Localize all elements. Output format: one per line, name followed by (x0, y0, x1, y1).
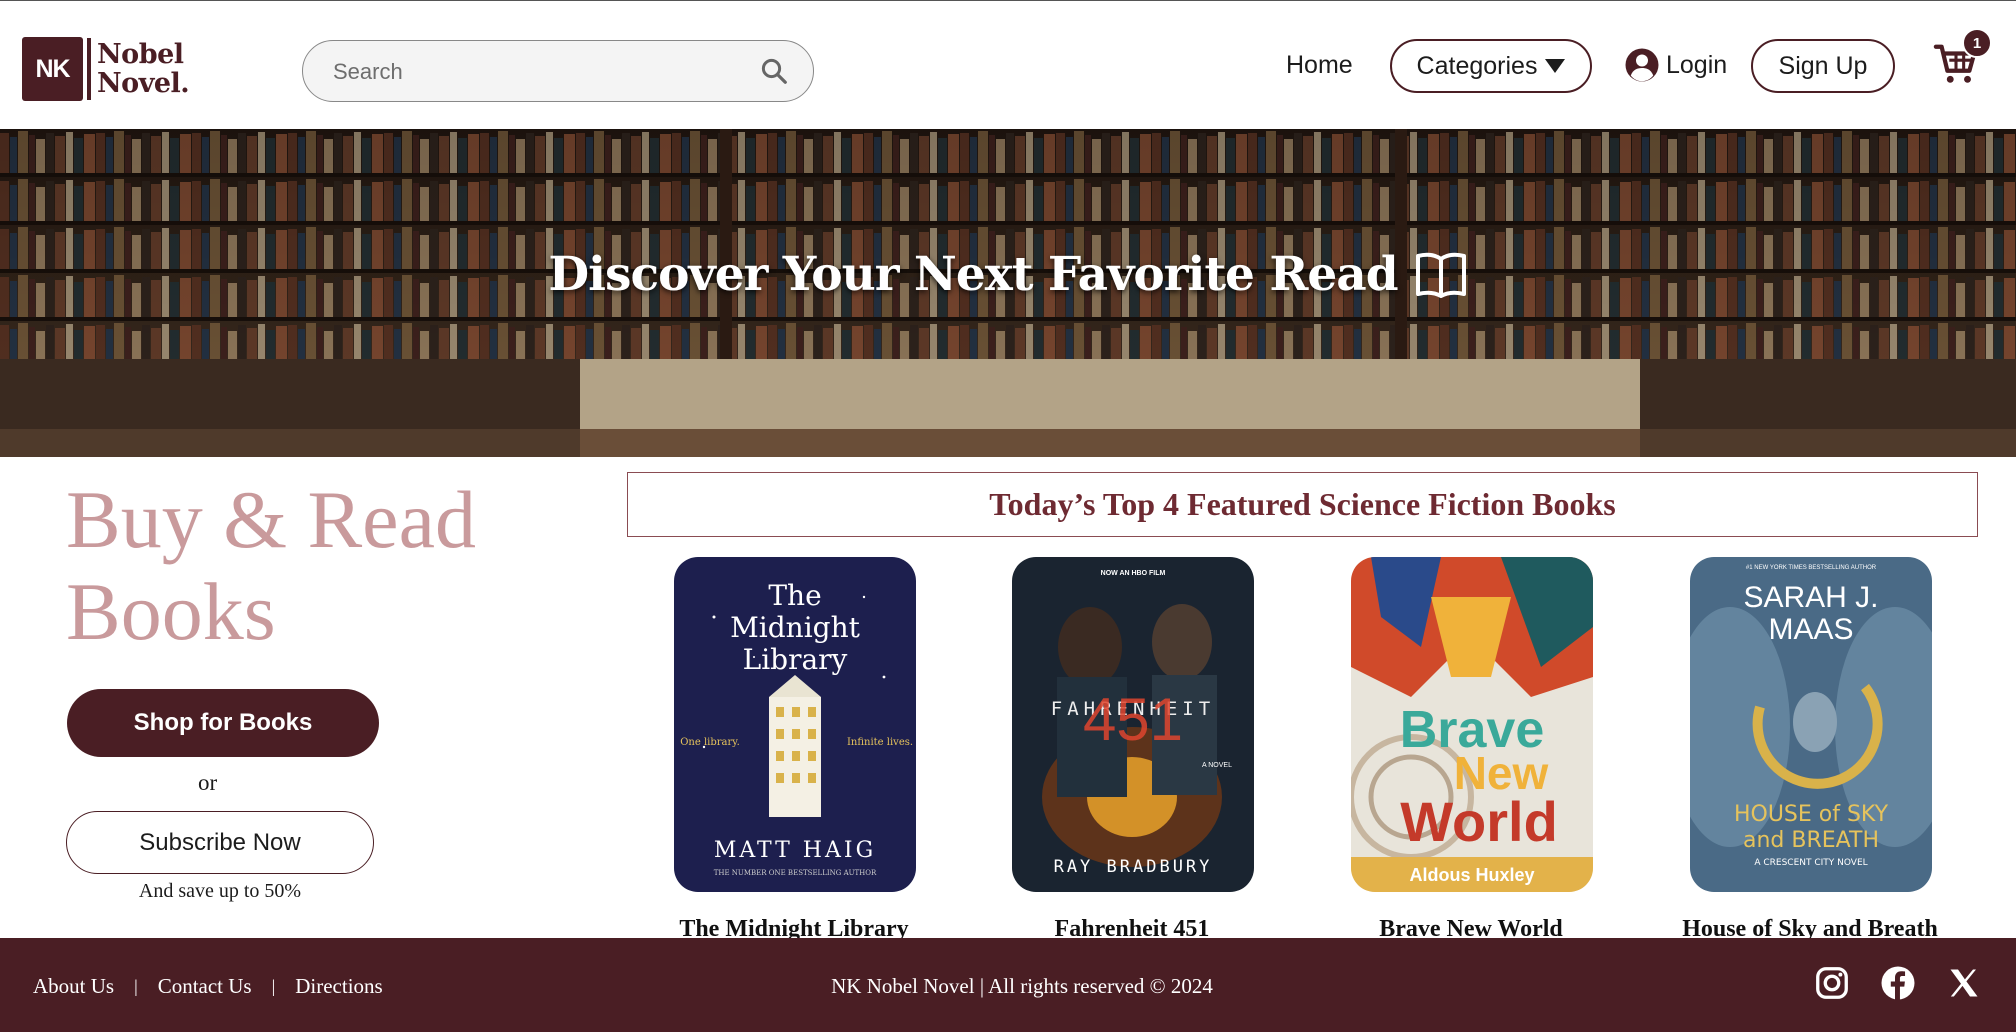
logo-line-1: Nobel (97, 39, 184, 70)
book-cover-house-of-sky-and-breath[interactable]: #1 NEW YORK TIMES BESTSELLING AUTHOR SAR… (1690, 557, 1932, 892)
search-icon[interactable] (759, 56, 789, 86)
svg-text:SARAH J.: SARAH J. (1743, 581, 1878, 614)
svg-text:Midnight: Midnight (730, 611, 860, 644)
logo-mark: NK (22, 37, 83, 101)
book-cover-midnight-library[interactable]: The Midnight Library One library. Infini… (674, 557, 916, 892)
categories-label: Categories (1416, 51, 1538, 80)
categories-dropdown[interactable]: Categories (1390, 39, 1592, 93)
promo-title: Buy & Read Books (66, 474, 516, 658)
book-cover-art: #1 NEW YORK TIMES BESTSELLING AUTHOR SAR… (1690, 557, 1932, 892)
user-circle-icon (1625, 48, 1659, 82)
cart-count-badge: 1 (1962, 28, 1992, 58)
svg-text:MATT HAIG: MATT HAIG (714, 838, 876, 863)
svg-text:Library: Library (743, 643, 848, 676)
svg-text:451: 451 (1083, 686, 1183, 753)
logo-text: Nobel Novel. (97, 39, 190, 99)
svg-text:and BREATH: and BREATH (1743, 828, 1879, 853)
svg-text:HOUSE of SKY: HOUSE of SKY (1734, 802, 1889, 827)
search-bar (302, 40, 814, 102)
book-cover-fahrenheit-451[interactable]: NOW AN HBO FILM FAHRENHEIT 451 A NOVEL R… (1012, 557, 1254, 892)
nav-home-link[interactable]: Home (1286, 51, 1353, 80)
site-footer: About Us | Contact Us | Directions NK No… (0, 938, 2016, 1032)
promo-title-line-1: Buy & Read (66, 474, 476, 565)
svg-text:THE NUMBER ONE BESTSELLING AUT: THE NUMBER ONE BESTSELLING AUTHOR (714, 869, 877, 877)
login-link[interactable]: Login (1624, 47, 1727, 83)
logo-divider (87, 38, 91, 100)
shop-for-books-button[interactable]: Shop for Books (67, 689, 379, 757)
svg-text:World: World (1400, 790, 1558, 853)
logo-line-2: Novel. (97, 68, 190, 99)
search-input[interactable] (333, 57, 733, 87)
svg-text:RAY BRADBURY: RAY BRADBURY (1054, 857, 1213, 877)
hero-title-text: Discover Your Next Favorite Read (548, 247, 1398, 302)
x-icon[interactable] (1946, 965, 1982, 1001)
login-label: Login (1666, 50, 1728, 79)
svg-text:Aldous Huxley: Aldous Huxley (1409, 865, 1534, 885)
book-cover-art: NOW AN HBO FILM FAHRENHEIT 451 A NOVEL R… (1012, 557, 1254, 892)
hero-banner: Discover Your Next Favorite Read (0, 129, 2016, 457)
svg-text:A CRESCENT CITY NOVEL: A CRESCENT CITY NOVEL (1754, 858, 1867, 868)
svg-text:One library.: One library. (680, 737, 740, 748)
caret-down-icon (1545, 59, 1566, 73)
site-header: NK Nobel Novel. Home Categories Login Si… (0, 0, 2016, 129)
open-book-icon (1415, 252, 1466, 298)
hero-title: Discover Your Next Favorite Read (0, 247, 2016, 302)
book-cover-art: Brave New World Aldous Huxley (1351, 557, 1593, 892)
facebook-icon[interactable] (1880, 965, 1916, 1001)
subscribe-now-button[interactable]: Subscribe Now (66, 811, 374, 874)
svg-text:A NOVEL: A NOVEL (1202, 762, 1232, 769)
promo-title-line-2: Books (66, 566, 276, 657)
footer-copyright: NK Nobel Novel | All rights reserved © 2… (831, 974, 1213, 998)
save-note: And save up to 50% (138, 880, 302, 902)
svg-text:The: The (768, 579, 821, 612)
or-separator: or (198, 770, 218, 795)
svg-text:MAAS: MAAS (1768, 613, 1853, 646)
instagram-icon[interactable] (1814, 965, 1850, 1001)
book-cover-brave-new-world[interactable]: Brave New World Aldous Huxley (1351, 557, 1593, 892)
svg-text:#1 NEW YORK TIMES BESTSELLING: #1 NEW YORK TIMES BESTSELLING AUTHOR (1746, 565, 1877, 571)
logo[interactable]: NK Nobel Novel. (22, 37, 190, 101)
featured-heading: Today’s Top 4 Featured Science Fiction B… (627, 472, 1978, 537)
social-links (1814, 965, 1982, 1001)
svg-text:Infinite lives.: Infinite lives. (847, 737, 913, 748)
signup-button[interactable]: Sign Up (1751, 39, 1895, 93)
svg-text:NOW AN HBO FILM: NOW AN HBO FILM (1101, 570, 1166, 577)
book-cover-art: The Midnight Library One library. Infini… (674, 557, 916, 892)
